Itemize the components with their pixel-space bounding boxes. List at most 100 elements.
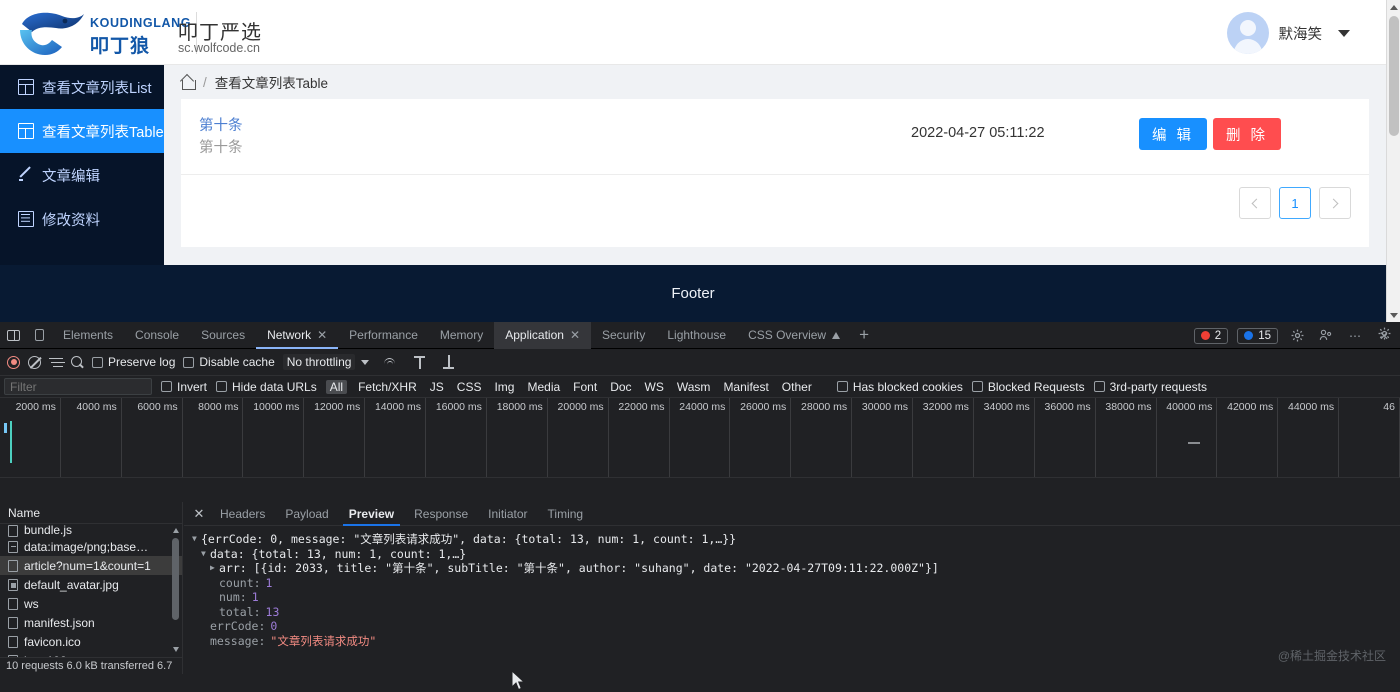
brand-logo[interactable]: KOUDINGLANG 叩丁狼 [18,6,190,60]
settings-gear-icon[interactable] [1287,326,1307,346]
chevron-down-icon[interactable] [361,359,370,365]
filter-type-fetch-xhr[interactable]: Fetch/XHR [356,380,419,394]
close-icon[interactable]: ✕ [317,329,327,341]
json-row-arr[interactable]: arr: [{id: 2033, title: "第十条", subTitle:… [192,561,1400,576]
json-value-errcode: 0 [270,619,278,633]
hide-data-urls-checkbox[interactable]: Hide data URLs [216,380,317,394]
row-subtitle: 第十条 [199,140,243,156]
request-list-scrollbar[interactable] [171,526,180,654]
network-conditions-icon[interactable] [383,356,397,368]
scroll-down-arrow[interactable] [1387,308,1400,322]
devices-icon[interactable] [1316,326,1336,346]
request-list-column-header[interactable]: Name [0,502,182,524]
detail-tab-timing[interactable]: Timing [538,502,594,526]
sidebar-item-list[interactable]: 查看文章列表List [0,65,164,109]
filter-type-doc[interactable]: Doc [608,380,633,394]
user-menu[interactable]: 默海笑 [1226,12,1350,54]
disclosure-triangle-open-icon[interactable] [201,547,210,562]
record-button-icon[interactable] [7,355,20,369]
close-icon[interactable]: ✕ [188,502,210,526]
pagination-page-1[interactable]: 1 [1279,187,1311,219]
filter-input[interactable] [4,378,152,395]
sidebar-item-table[interactable]: 查看文章列表Table [0,109,164,153]
filter-type-other[interactable]: Other [780,380,814,394]
list-item[interactable]: favicon.ico [0,632,182,651]
tab-css-overview[interactable]: CSS Overview [737,322,851,349]
pagination-prev[interactable] [1239,187,1271,219]
blocked-requests-checkbox[interactable]: Blocked Requests [971,380,1085,394]
third-party-requests-checkbox[interactable]: 3rd-party requests [1093,380,1207,394]
device-toolbar-icon[interactable] [26,322,52,349]
network-settings-gear-icon[interactable] [1377,326,1392,344]
info-count-badge[interactable]: 15 [1237,327,1278,344]
preserve-log-checkbox[interactable]: Preserve log [92,355,175,369]
error-count-badge[interactable]: 2 [1193,327,1229,344]
detail-tab-preview[interactable]: Preview [339,502,404,526]
filter-type-js[interactable]: JS [428,380,446,394]
json-row-data[interactable]: data: {total: 13, num: 1, count: 1,…} [192,547,1400,562]
disable-cache-checkbox[interactable]: Disable cache [183,355,275,369]
list-item[interactable]: data:image/png;base… [0,537,182,556]
page-scrollbar[interactable] [1386,0,1400,322]
list-item[interactable]: manifest.json [0,613,182,632]
row-title-link[interactable]: 第十条 [199,114,243,135]
list-item[interactable]: ws [0,594,182,613]
home-icon[interactable] [181,76,196,90]
edit-button[interactable]: 编 辑 [1139,118,1208,150]
network-overview-timeline[interactable]: 2000 ms 4000 ms 6000 ms 8000 ms 10000 ms 1200… [0,398,1400,478]
disclosure-triangle-closed-icon[interactable] [210,561,219,576]
filter-type-wasm[interactable]: Wasm [675,380,713,394]
list-item[interactable]: default_avatar.jpg [0,575,182,594]
scroll-down-arrow[interactable] [171,645,180,654]
scroll-up-arrow[interactable] [1387,0,1400,14]
filter-type-media[interactable]: Media [525,380,562,394]
scrollbar-thumb[interactable] [172,538,179,620]
filter-type-css[interactable]: CSS [455,380,484,394]
filter-type-font[interactable]: Font [571,380,599,394]
tab-network[interactable]: Network ✕ [256,322,339,349]
filter-type-all[interactable]: All [325,379,348,394]
detail-tab-initiator[interactable]: Initiator [478,502,537,526]
tab-security[interactable]: Security [591,322,656,349]
tab-application[interactable]: Application ✕ [494,321,591,349]
detail-tab-headers[interactable]: Headers [210,502,275,526]
scrollbar-thumb[interactable] [1389,16,1399,136]
pagination-next[interactable] [1319,187,1351,219]
request-name: manifest.json [24,615,95,630]
tab-elements[interactable]: Elements [52,322,124,349]
disclosure-triangle-open-icon[interactable] [192,532,201,547]
tab-console[interactable]: Console [124,322,190,349]
delete-button[interactable]: 删 除 [1213,118,1282,150]
tab-lighthouse[interactable]: Lighthouse [656,322,737,349]
invert-checkbox[interactable]: Invert [161,380,207,394]
filter-icon[interactable] [49,357,63,368]
tab-performance[interactable]: Performance [338,322,429,349]
detail-tab-response[interactable]: Response [404,502,478,526]
export-har-icon[interactable] [442,355,455,369]
chevron-down-icon[interactable] [1338,29,1350,37]
sidebar-item-article-edit[interactable]: 文章编辑 [0,153,164,197]
list-item[interactable]: bundle.js [0,524,182,537]
sidebar-item-profile[interactable]: 修改资料 [0,197,164,241]
file-icon [8,597,18,610]
close-icon[interactable]: ✕ [570,329,580,341]
tab-memory[interactable]: Memory [429,322,494,349]
add-panel-button[interactable]: + [851,322,877,349]
clear-icon[interactable] [28,355,41,369]
inspect-element-icon[interactable] [0,322,26,349]
timeline-tick: 40000 ms [1157,398,1218,477]
filter-type-ws[interactable]: WS [643,380,666,394]
throttling-select[interactable]: No throttling [282,354,356,370]
filter-type-img[interactable]: Img [492,380,516,394]
tab-sources[interactable]: Sources [190,322,256,349]
table-icon [18,79,34,95]
more-options-icon[interactable]: ⋯ [1345,326,1365,346]
list-item-selected[interactable]: article?num=1&count=1 [0,556,182,575]
has-blocked-cookies-checkbox[interactable]: Has blocked cookies [836,380,963,394]
search-icon[interactable] [71,355,84,369]
json-row-root[interactable]: {errCode: 0, message: "文章列表请求成功", data: … [192,532,1400,547]
filter-type-manifest[interactable]: Manifest [721,380,770,394]
detail-tab-payload[interactable]: Payload [275,502,338,526]
import-har-icon[interactable] [413,355,426,369]
scroll-up-arrow[interactable] [171,526,180,535]
